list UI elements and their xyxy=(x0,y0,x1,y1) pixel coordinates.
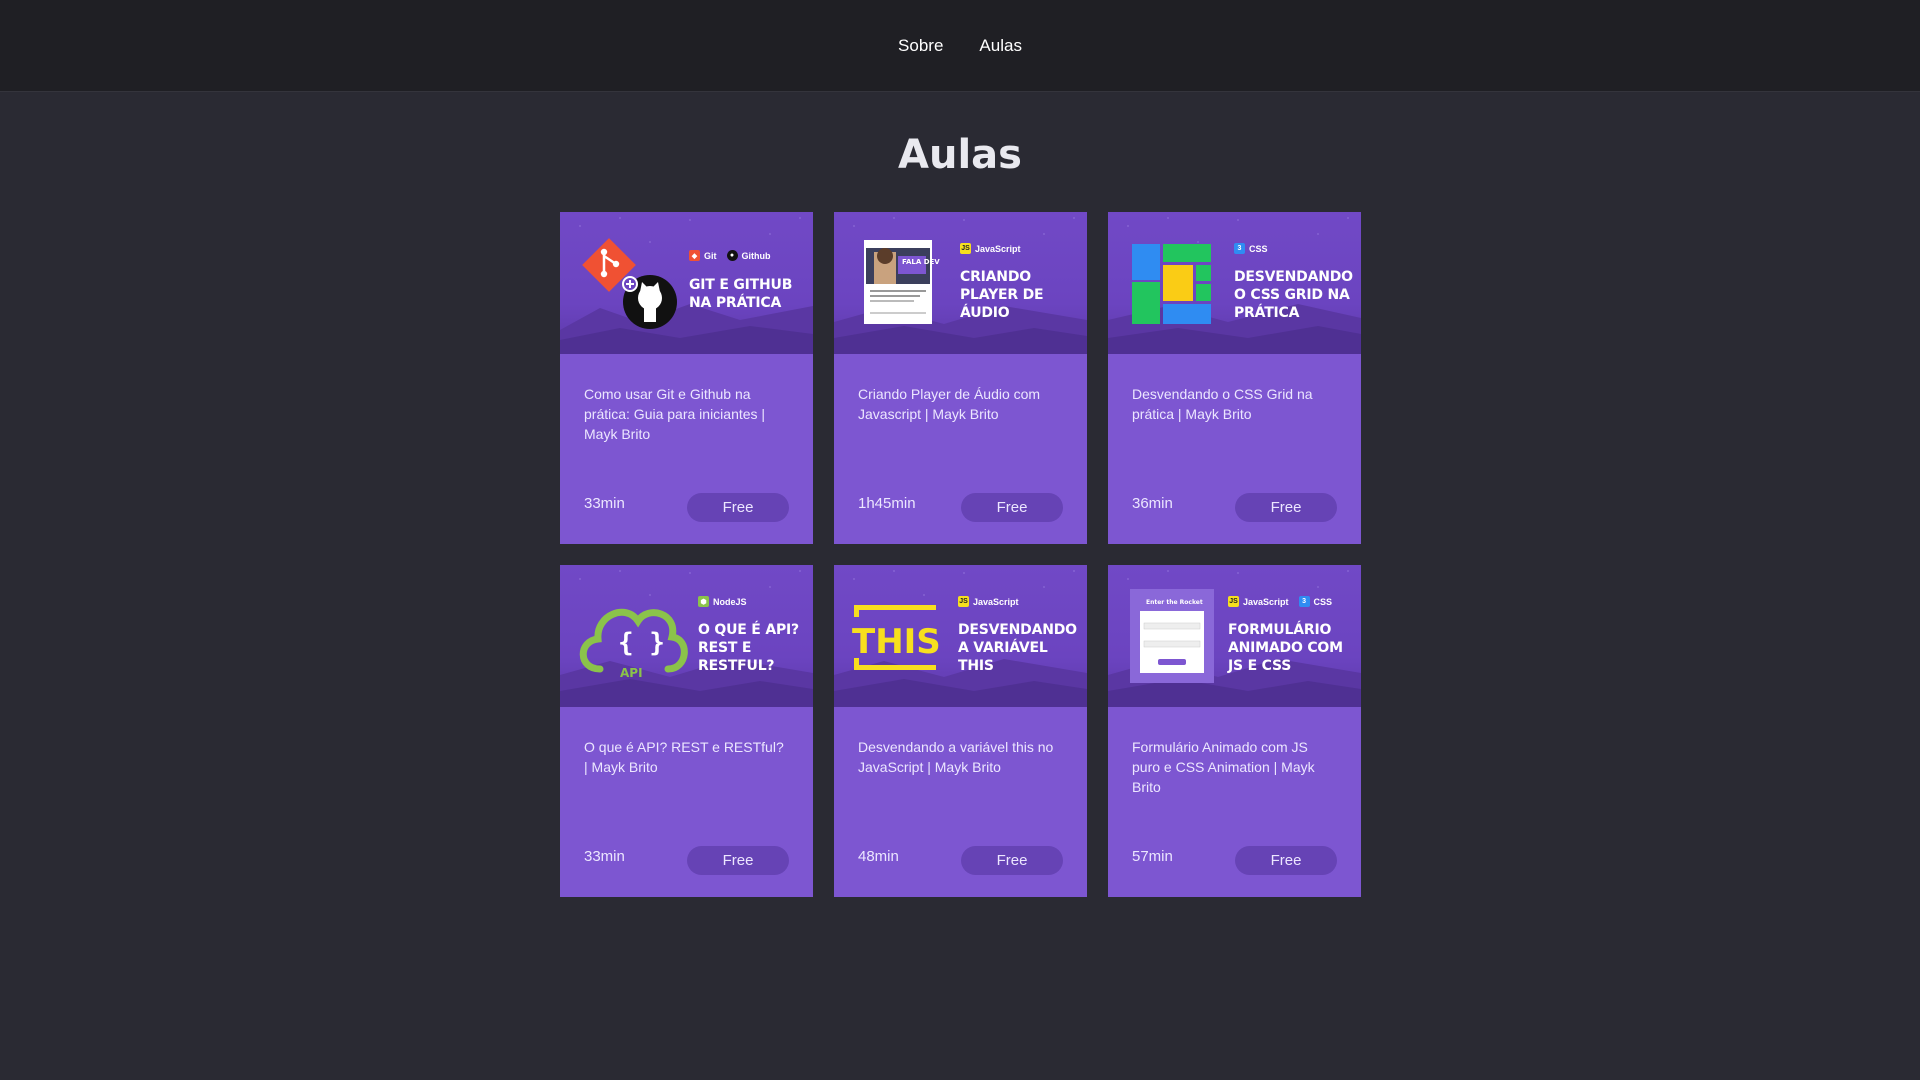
css-icon: 3 xyxy=(1298,596,1310,607)
lesson-description: Formulário Animado com JS puro e CSS Ani… xyxy=(1132,739,1315,795)
audio-player-preview-icon: FALA DEV xyxy=(864,240,940,324)
javascript-icon: JS xyxy=(1228,596,1239,607)
thumbnail-title: O que é API? REST e RESTful? xyxy=(698,622,799,674)
thumbnail-title: Criando player de áudio xyxy=(960,269,1044,321)
lesson-description: O que é API? REST e RESTful? | Mayk Brit… xyxy=(584,739,784,775)
nav-link-aulas[interactable]: Aulas xyxy=(979,36,1022,56)
thumbnail-title: Desvendando a variável this xyxy=(958,622,1077,674)
lesson-thumbnail[interactable]: FALA DEV JS JavaScript Criando player de… xyxy=(834,212,1087,354)
free-button[interactable]: Free xyxy=(687,493,789,522)
this-keyword-icon: THIS xyxy=(852,605,941,670)
free-button[interactable]: Free xyxy=(961,493,1063,522)
svg-text:THIS: THIS xyxy=(852,622,941,662)
lesson-description: Desvendando a variável this no JavaScrip… xyxy=(858,739,1054,775)
thumbnail-title: Formulário animado com JS e CSS xyxy=(1228,622,1343,674)
css-grid-icon xyxy=(1132,244,1211,324)
lesson-card[interactable]: { } API ⬢ NodeJS O que é API? REST e RES… xyxy=(560,565,813,897)
tech-tags: ⬢ NodeJS xyxy=(698,596,747,607)
github-icon: ● xyxy=(726,250,738,261)
svg-text:FALA DEV: FALA DEV xyxy=(902,258,940,266)
lesson-description: Desvendando o CSS Grid na prática | Mayk… xyxy=(1132,386,1313,422)
thumbnail-title: Desvendando o CSS Grid na prática xyxy=(1234,269,1353,321)
lesson-card[interactable]: 3 CSS Desvendando o CSS Grid na prática … xyxy=(1108,212,1361,544)
tech-tags: JS JavaScript xyxy=(958,596,1019,607)
free-button[interactable]: Free xyxy=(687,846,789,875)
lesson-card[interactable]: THIS JS JavaScript Desvendando a variáve… xyxy=(834,565,1087,897)
nodejs-icon: ⬢ xyxy=(698,596,709,607)
page-title: Aulas xyxy=(898,132,1022,178)
tech-tags: JS JavaScript 3 CSS xyxy=(1228,596,1333,607)
thumbnail-title: Git e Github na prática xyxy=(689,277,793,311)
top-header: Sobre Aulas xyxy=(0,0,1920,92)
lesson-duration: 48min xyxy=(858,848,899,865)
svg-text:Enter the Rocket: Enter the Rocket xyxy=(1146,599,1203,606)
lesson-duration: 1h45min xyxy=(858,495,916,512)
lesson-thumbnail[interactable]: ◆ Git ● Github Git e Github na prática xyxy=(560,212,813,354)
nav-link-sobre[interactable]: Sobre xyxy=(898,36,943,56)
free-button[interactable]: Free xyxy=(961,846,1063,875)
lessons-grid: ◆ Git ● Github Git e Github na prática C… xyxy=(560,212,1361,897)
lesson-thumbnail[interactable]: 3 CSS Desvendando o CSS Grid na prática xyxy=(1108,212,1361,354)
lesson-thumbnail[interactable]: Enter the Rocket JS JavaScript 3 CSS FOR… xyxy=(1108,565,1361,707)
lesson-card[interactable]: FALA DEV JS JavaScript Criando player de… xyxy=(834,212,1087,544)
lesson-duration: 33min xyxy=(584,495,625,512)
git-icon: ◆ xyxy=(689,250,700,261)
main-nav: Sobre Aulas xyxy=(898,36,1022,56)
tech-tags: JS JavaScript xyxy=(960,243,1021,254)
tech-tags: 3 CSS xyxy=(1234,243,1268,254)
javascript-icon: JS xyxy=(958,596,969,607)
login-form-preview-icon: Enter the Rocket xyxy=(1130,589,1214,683)
lesson-description: Como usar Git e Github na prática: Guia … xyxy=(584,386,766,442)
svg-text:{ }: { } xyxy=(618,628,665,658)
lesson-card[interactable]: Enter the Rocket JS JavaScript 3 CSS FOR… xyxy=(1108,565,1361,897)
svg-text:API: API xyxy=(620,666,643,680)
lesson-duration: 57min xyxy=(1132,848,1173,865)
free-button[interactable]: Free xyxy=(1235,846,1337,875)
free-button[interactable]: Free xyxy=(1235,493,1337,522)
lesson-duration: 36min xyxy=(1132,495,1173,512)
tech-tags: ◆ Git ● Github xyxy=(689,250,771,261)
lesson-description: Criando Player de Áudio com Javascript |… xyxy=(858,386,1041,422)
javascript-icon: JS xyxy=(960,243,971,254)
lesson-card[interactable]: ◆ Git ● Github Git e Github na prática C… xyxy=(560,212,813,544)
css-icon: 3 xyxy=(1234,243,1245,254)
lesson-thumbnail[interactable]: { } API ⬢ NodeJS O que é API? REST e RES… xyxy=(560,565,813,707)
lesson-duration: 33min xyxy=(584,848,625,865)
main-content: Aulas ◆ Git ● Github GIT E GITHUB NA PRÁ… xyxy=(560,132,1361,897)
lesson-thumbnail[interactable]: THIS JS JavaScript Desvendando a variáve… xyxy=(834,565,1087,707)
